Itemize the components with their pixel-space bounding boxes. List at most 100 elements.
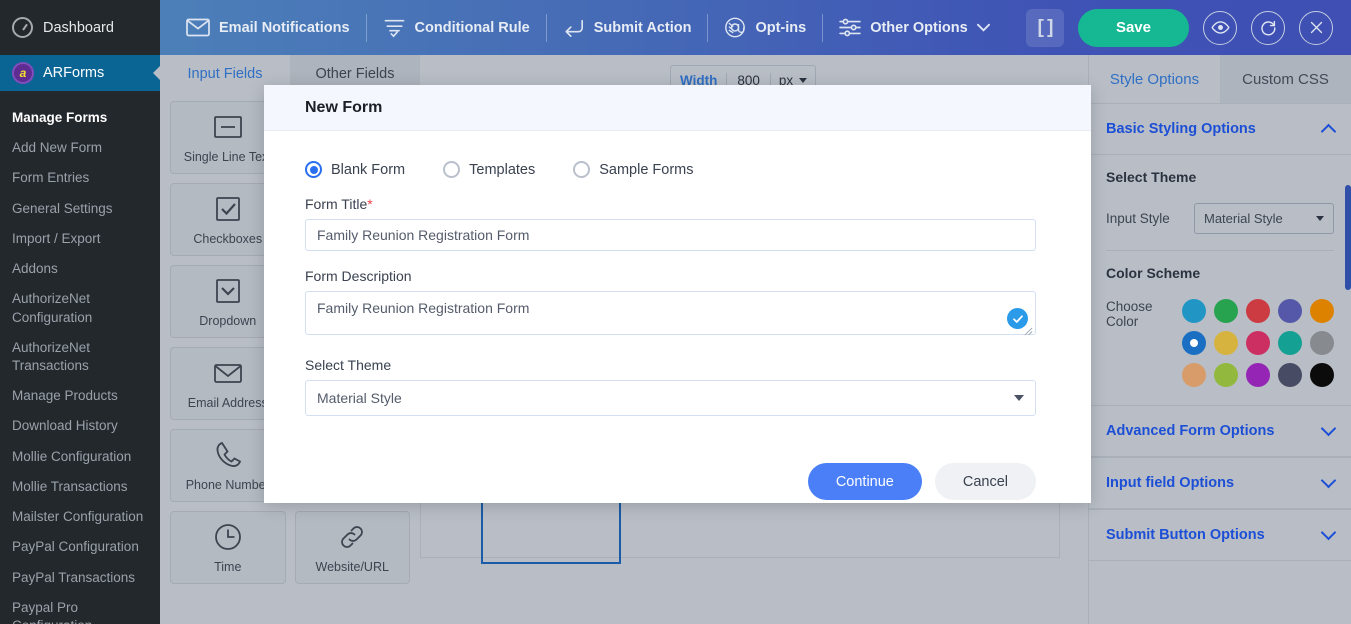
sidebar-item-form-entries[interactable]: Form Entries (0, 163, 160, 193)
arforms-logo-icon: a (12, 62, 34, 84)
section-basic-styling-options[interactable]: Basic Styling Options (1089, 103, 1351, 155)
radio-indicator[interactable] (305, 161, 322, 178)
sidebar-submenu: Manage Forms Add New Form Form Entries Gene… (0, 91, 160, 624)
panel-scrollbar-thumb[interactable] (1345, 185, 1351, 290)
form-title-group: Form Title* (305, 196, 1036, 251)
at-sign-icon (724, 17, 746, 38)
dashboard-label: Dashboard (43, 19, 114, 36)
input-style-select[interactable]: Material Style (1194, 203, 1334, 234)
chevron-up-icon (1320, 123, 1337, 139)
refresh-button[interactable] (1251, 10, 1285, 45)
section-advanced-form-options[interactable]: Advanced Form Options (1089, 405, 1351, 457)
color-swatch-2[interactable] (1246, 299, 1270, 323)
color-swatch-9[interactable] (1310, 331, 1334, 355)
color-swatch-11[interactable] (1214, 363, 1238, 387)
radio-templates[interactable]: Templates (443, 161, 535, 178)
section-input-field-options[interactable]: Input field Options (1089, 457, 1351, 509)
sidebar-item-paypal-pro-configuration[interactable]: Paypal Pro Configuration (0, 593, 160, 624)
form-description-group: Form Description Family Reunion Registra… (305, 268, 1036, 340)
color-swatch-12[interactable] (1246, 363, 1270, 387)
sidebar-item-mailster-configuration[interactable]: Mailster Configuration (0, 502, 160, 532)
style-options-panel: Style Options Custom CSS Basic Styling Op… (1088, 55, 1351, 624)
form-title-label-text: Form Title (305, 196, 368, 212)
sidebar-item-paypal-configuration[interactable]: PayPal Configuration (0, 532, 160, 562)
radio-blank-form[interactable]: Blank Form (305, 161, 405, 178)
modal-body: Blank Form Templates Sample Forms Form Tit… (264, 131, 1091, 416)
form-type-radio-group: Blank Form Templates Sample Forms (305, 161, 1036, 178)
color-swatch-5[interactable] (1182, 331, 1206, 355)
form-title-label: Form Title* (305, 196, 1036, 212)
sidebar-item-mollie-configuration[interactable]: Mollie Configuration (0, 442, 160, 472)
toolbar-email-notifications-button[interactable]: Email Notifications (170, 12, 366, 44)
palette-field-label: Phone Number (185, 478, 270, 492)
chevron-down-icon (1316, 216, 1324, 221)
theme-select[interactable]: Material StyleClassic StyleFlat Style (305, 380, 1036, 416)
toolbar-conditional-rule-button[interactable]: Conditional Rule (367, 12, 546, 44)
palette-field-time[interactable]: Time (170, 511, 286, 584)
color-swatch-14[interactable] (1310, 363, 1334, 387)
form-title-input[interactable] (305, 219, 1036, 251)
cancel-button[interactable]: Cancel (934, 463, 1036, 500)
tab-style-options[interactable]: Style Options (1089, 55, 1220, 103)
tab-custom-css[interactable]: Custom CSS (1220, 55, 1351, 103)
email-icon (212, 357, 244, 389)
resize-grip-icon[interactable] (1024, 327, 1033, 336)
sidebar-item-authorizenet-transactions[interactable]: AuthorizeNet Transactions (0, 333, 160, 381)
toolbar-item-label: Other Options (870, 19, 968, 36)
section-submit-button-options[interactable]: Submit Button Options (1089, 509, 1351, 561)
palette-field-label: Email Address (187, 396, 268, 410)
input-style-row: Input Style Material Style (1106, 203, 1334, 234)
sidebar-item-general-settings[interactable]: General Settings (0, 194, 160, 224)
color-swatch-4[interactable] (1310, 299, 1334, 323)
color-swatch-13[interactable] (1278, 363, 1302, 387)
collapsed-sections: Advanced Form Options Input field Option… (1089, 405, 1351, 561)
sidebar-item-dashboard[interactable]: Dashboard (0, 0, 160, 55)
palette-field-label: Time (214, 560, 242, 574)
radio-indicator[interactable] (573, 161, 591, 178)
palette-field-website-url[interactable]: Website/URL (294, 511, 410, 584)
section-input-field-label: Input field Options (1106, 475, 1235, 491)
sidebar-item-download-history[interactable]: Download History (0, 411, 160, 441)
sidebar-item-add-new-form[interactable]: Add New Form (0, 133, 160, 163)
checkbox-icon (212, 193, 244, 225)
modal-title: New Form (305, 98, 383, 116)
envelope-icon (186, 18, 210, 37)
color-swatch-7[interactable] (1246, 331, 1270, 355)
radio-label: Sample Forms (599, 161, 694, 178)
radio-indicator[interactable] (443, 161, 461, 178)
toolbar-item-label: Conditional Rule (414, 19, 530, 36)
sidebar-item-manage-forms[interactable]: Manage Forms (0, 103, 160, 133)
choose-color-row: Choose Color (1106, 299, 1334, 387)
radio-sample-forms[interactable]: Sample Forms (573, 161, 694, 178)
continue-button[interactable]: Continue (807, 463, 922, 500)
sidebar-item-addons[interactable]: Addons (0, 254, 160, 284)
dashboard-gauge-icon (12, 17, 33, 38)
sidebar-item-import-export[interactable]: Import / Export (0, 224, 160, 254)
sliders-icon (839, 18, 861, 37)
sidebar-item-paypal-transactions[interactable]: PayPal Transactions (0, 563, 160, 593)
form-description-textarea[interactable]: Family Reunion Registration Form (305, 291, 1036, 335)
shortcode-button[interactable]: [ ] (1025, 8, 1064, 47)
preview-button[interactable] (1203, 10, 1237, 45)
color-swatch-10[interactable] (1182, 363, 1206, 387)
section-submit-button-label: Submit Button Options (1106, 527, 1265, 543)
color-swatch-3[interactable] (1278, 299, 1302, 323)
color-swatch-6[interactable] (1214, 331, 1238, 355)
sidebar-item-mollie-transactions[interactable]: Mollie Transactions (0, 472, 160, 502)
arforms-label: ARForms (43, 65, 105, 81)
style-panel-tabs: Style Options Custom CSS (1089, 55, 1351, 103)
input-style-label: Input Style (1106, 211, 1170, 226)
toolbar-other-options-button[interactable]: Other Options (823, 12, 1005, 44)
toolbar-opt-ins-button[interactable]: Opt-ins (708, 12, 822, 44)
sidebar-item-arforms[interactable]: a ARForms (0, 55, 160, 91)
sidebar-item-authorizenet-configuration[interactable]: AuthorizeNet Configuration (0, 284, 160, 332)
save-button[interactable]: Save (1077, 8, 1189, 47)
wordpress-admin-sidebar: Dashboard a ARForms Manage Forms Add New … (0, 0, 160, 624)
color-swatch-8[interactable] (1278, 331, 1302, 355)
color-swatch-0[interactable] (1182, 299, 1206, 323)
toolbar-submit-action-button[interactable]: Submit Action (547, 12, 708, 44)
color-swatch-1[interactable] (1214, 299, 1238, 323)
close-button[interactable] (1299, 10, 1333, 45)
sidebar-item-manage-products[interactable]: Manage Products (0, 381, 160, 411)
toolbar-right-actions: [ ] Save (1025, 8, 1351, 47)
